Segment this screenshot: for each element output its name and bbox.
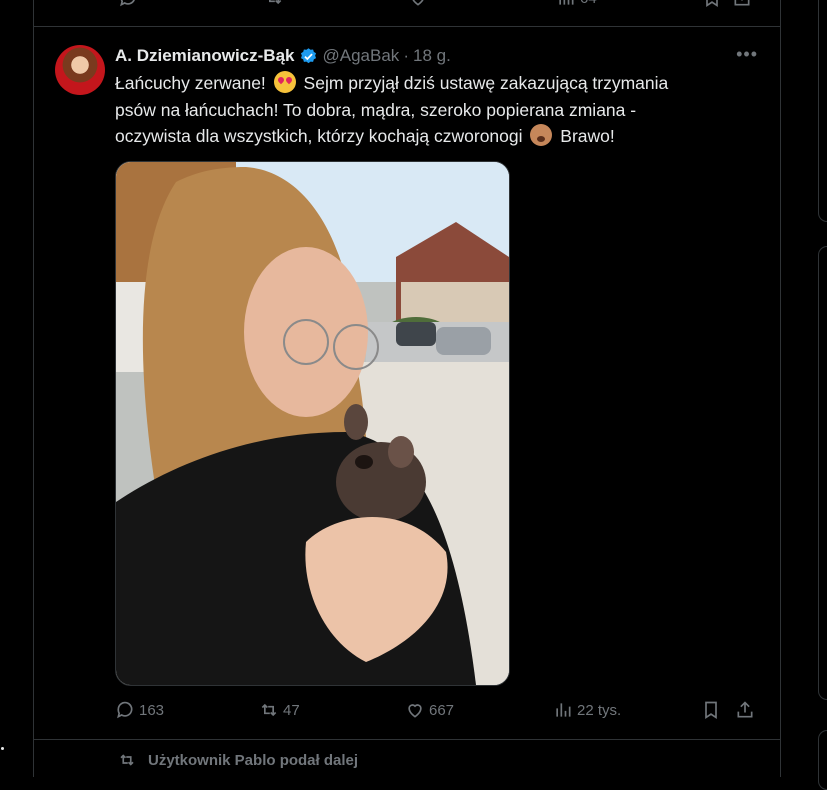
reply-icon bbox=[117, 701, 133, 719]
bookmark-button[interactable] bbox=[701, 700, 725, 720]
author-name[interactable]: A. Dziemianowicz-Bąk bbox=[115, 46, 295, 66]
bookmark-icon[interactable] bbox=[702, 0, 722, 13]
sidebar-card bbox=[818, 730, 827, 790]
sidebar-card bbox=[818, 0, 827, 222]
tweet-text-part: Brawo! bbox=[560, 126, 615, 146]
tweet-text-part: Łańcuchy zerwane! bbox=[115, 73, 266, 93]
avatar[interactable] bbox=[55, 45, 105, 95]
like-count: 667 bbox=[429, 701, 455, 719]
views-count: 22 tys. bbox=[577, 701, 622, 719]
reply-icon[interactable] bbox=[118, 0, 138, 13]
like-icon bbox=[408, 704, 422, 718]
tweet-header: A. Dziemianowicz-Bąk @AgaBak · 18 g. bbox=[115, 44, 451, 68]
tweet-actions: 163 47 667 22 tys. bbox=[115, 700, 765, 726]
status-dot bbox=[1, 747, 4, 750]
views-icon[interactable]: 64 bbox=[556, 0, 597, 8]
repost-attribution-label: Użytkownik Pablo podał dalej bbox=[148, 751, 359, 769]
repost-icon[interactable] bbox=[264, 0, 284, 13]
tweet-text-part: psów na łańcuchach! To dobra, mądra, sze… bbox=[115, 99, 637, 120]
reply-button[interactable]: 163 bbox=[115, 700, 164, 720]
share-icon bbox=[737, 701, 753, 718]
repost-icon bbox=[120, 754, 134, 766]
reply-count: 163 bbox=[139, 701, 165, 719]
tweet-text-part: oczywista dla wszystkich, którzy kochają… bbox=[115, 126, 523, 146]
share-icon[interactable] bbox=[732, 0, 752, 13]
bookmark-icon bbox=[705, 701, 717, 720]
repost-button[interactable]: 47 bbox=[259, 700, 300, 720]
tweet-text-part: Sejm przyjął dziś ustawę zakazującą trzy… bbox=[303, 73, 669, 93]
divider bbox=[34, 739, 780, 740]
divider bbox=[34, 26, 780, 27]
repost-count: 47 bbox=[283, 701, 300, 719]
timeline-column: 64 A. Dziemianowicz-Bąk @AgaBak · 18 g. … bbox=[33, 0, 781, 777]
tweet-text: Łańcuchy zerwane! Sejm przyjął dziś usta… bbox=[115, 70, 735, 150]
separator: · bbox=[403, 46, 409, 65]
sidebar-card bbox=[818, 246, 827, 700]
like-button[interactable]: 667 bbox=[405, 700, 454, 720]
previous-tweet-actions: 64 bbox=[118, 0, 780, 12]
heart-eyes-emoji-icon bbox=[273, 71, 296, 93]
tweet-photo[interactable] bbox=[115, 161, 510, 686]
views-count: 64 bbox=[580, 0, 597, 7]
timestamp[interactable]: 18 g. bbox=[413, 46, 451, 66]
views-icon bbox=[556, 703, 571, 717]
verified-badge-icon bbox=[300, 47, 316, 63]
author-handle[interactable]: @AgaBak bbox=[323, 46, 400, 66]
views-button[interactable]: 22 tys. bbox=[553, 700, 621, 720]
like-icon[interactable] bbox=[408, 0, 428, 13]
repost-icon bbox=[261, 703, 277, 717]
dog-face-emoji-icon bbox=[530, 124, 553, 146]
repost-attribution[interactable]: Użytkownik Pablo podał dalej bbox=[118, 751, 358, 769]
more-options-icon[interactable]: ••• bbox=[736, 44, 758, 65]
share-button[interactable] bbox=[735, 700, 759, 720]
